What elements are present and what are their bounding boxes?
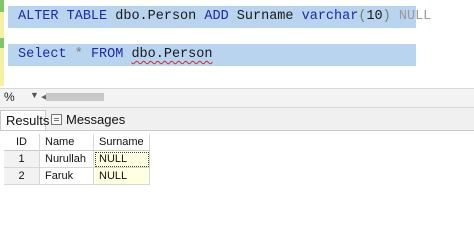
keyword-alter: ALTER <box>18 9 59 24</box>
column-name: Surname <box>236 9 294 24</box>
keyword-from: FROM <box>90 47 124 62</box>
row-number[interactable]: 1 <box>4 151 40 168</box>
change-tracking-margin <box>0 0 4 86</box>
grid-cell-surname[interactable]: NULL <box>94 151 150 168</box>
code-line-1[interactable]: ALTER TABLE dbo.Person ADD Surname varch… <box>8 6 431 28</box>
saved-change-marker <box>0 0 4 12</box>
code-line-2[interactable]: Select * FROM dbo.Person <box>8 44 416 66</box>
results-tabbar: Results Messages <box>0 108 474 131</box>
type-name: varchar <box>301 9 359 24</box>
select-star: * <box>74 47 83 62</box>
editor-status-strip: % ▼ ◀ <box>0 88 474 108</box>
messages-icon <box>51 114 62 125</box>
keyword-select: Select <box>18 47 67 62</box>
table-name: dbo.Person <box>115 9 197 24</box>
scrollbar-thumb[interactable] <box>46 93 104 101</box>
keyword-table: TABLE <box>66 9 108 24</box>
grid-header-cell[interactable]: ID <box>4 134 40 151</box>
tab-results[interactable]: Results <box>0 110 50 130</box>
tab-messages-label: Messages <box>66 112 126 127</box>
query-editor[interactable]: ALTER TABLE dbo.Person ADD Surname varch… <box>0 0 474 86</box>
grid-header-cell[interactable]: Surname <box>94 134 150 151</box>
grid-cell-name[interactable]: Nurullah <box>40 151 94 168</box>
type-length: 10 <box>366 9 383 24</box>
keyword-null: NULL <box>398 9 432 24</box>
keyword-add: ADD <box>204 9 229 24</box>
paren-close: ) <box>382 9 391 24</box>
grid-header-cell[interactable]: Name <box>40 134 94 151</box>
zoom-level[interactable]: % <box>4 90 15 104</box>
grid-cell-name[interactable]: Faruk <box>40 168 94 185</box>
horizontal-scrollbar[interactable] <box>46 93 470 101</box>
tab-messages[interactable]: Messages <box>48 110 126 130</box>
tab-results-label: Results <box>6 113 50 128</box>
saved-change-marker <box>0 38 4 48</box>
table-name-error: dbo.Person <box>131 47 213 62</box>
grid-cell-surname[interactable]: NULL <box>94 168 150 185</box>
zoom-dropdown-icon[interactable]: ▼ <box>30 90 39 100</box>
row-number[interactable]: 2 <box>4 168 40 185</box>
